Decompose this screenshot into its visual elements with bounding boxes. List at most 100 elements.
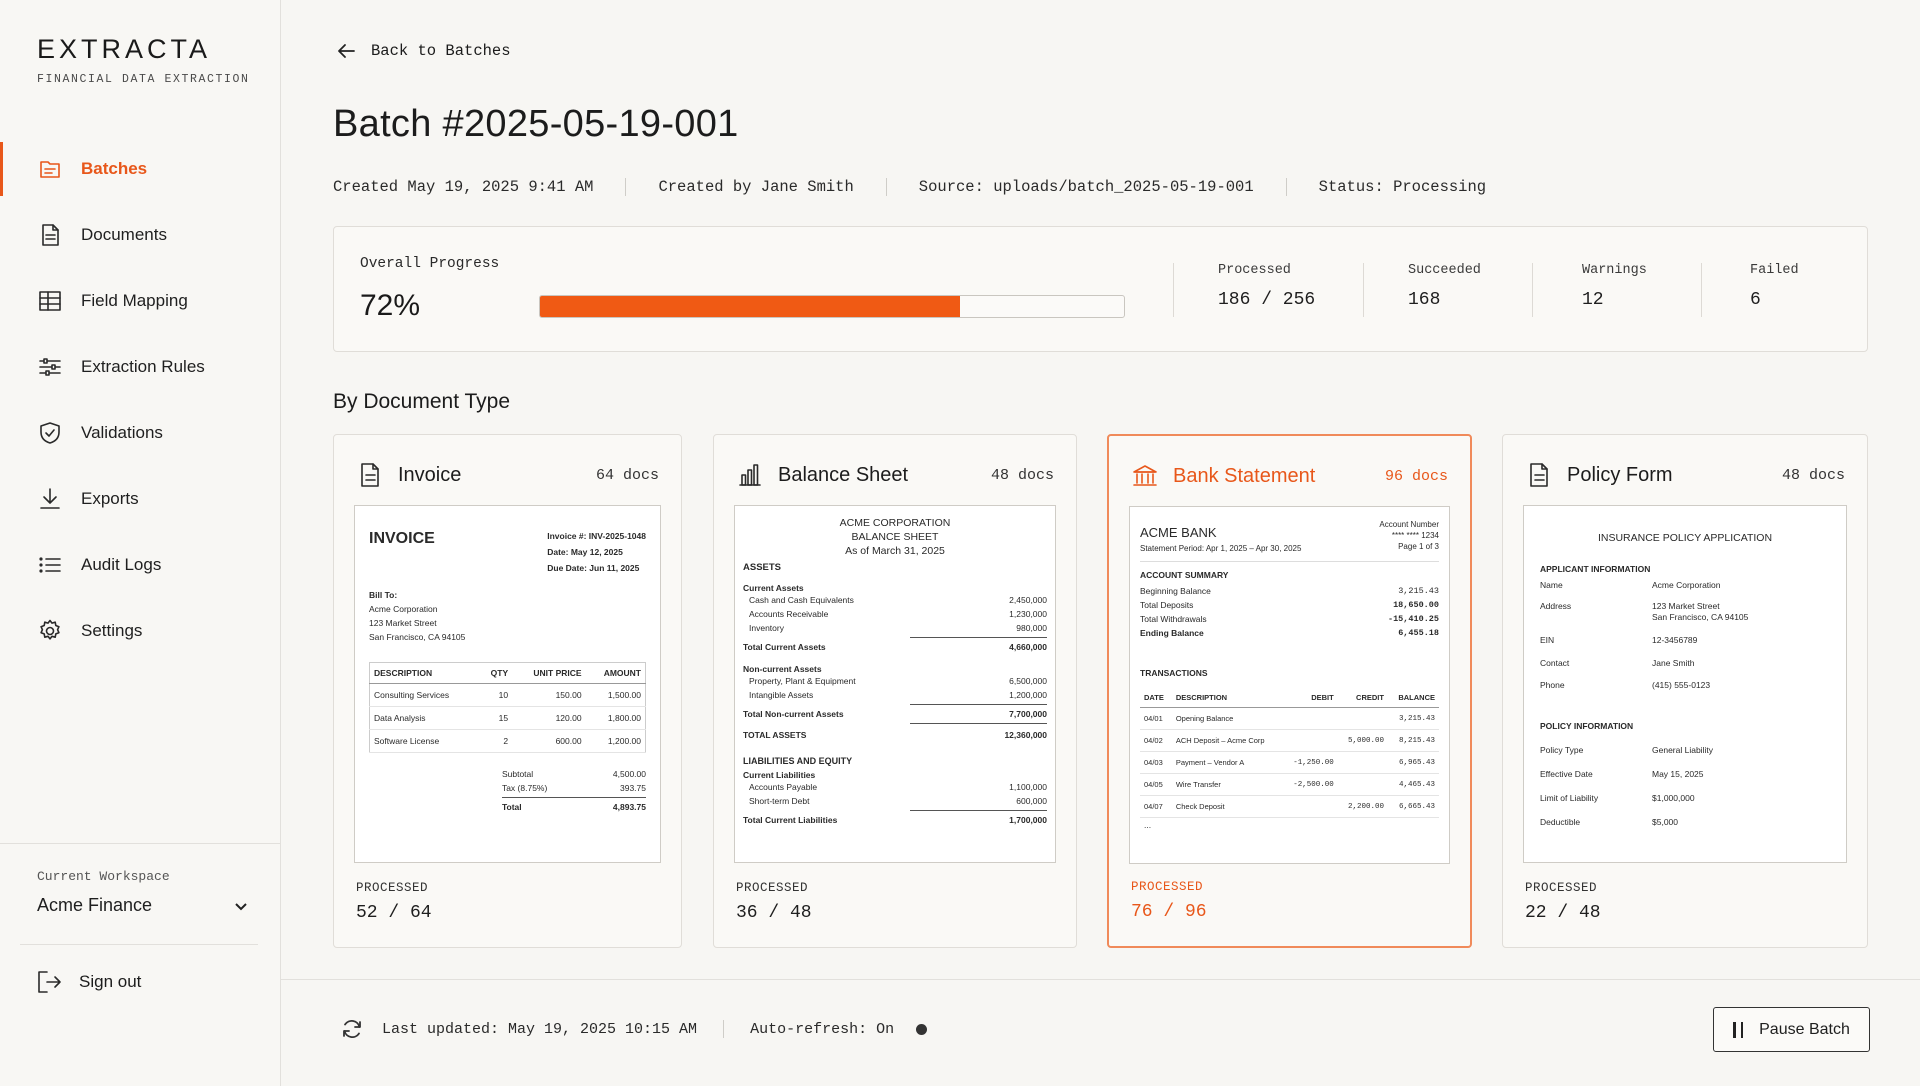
account-number: **** **** 1234 (1391, 531, 1439, 540)
statement-period: Statement Period: Apr 1, 2025 – Apr 30, … (1140, 544, 1302, 553)
sidebar-item-exports[interactable]: Exports (0, 466, 281, 532)
doc-type-card-balance-sheet[interactable]: Balance Sheet 48 docs ACME CORPORATION B… (713, 434, 1077, 948)
table-row: 04/03 Payment – Vendor A -1,250.00 6,965.43 (1140, 751, 1439, 774)
sidebar-item-settings[interactable]: Settings (0, 598, 281, 664)
column-header: BALANCE (1387, 688, 1439, 708)
bank-icon (1133, 465, 1157, 486)
sidebar-item-field-mapping[interactable]: Field Mapping (0, 268, 281, 334)
sign-out-button[interactable]: Sign out (35, 968, 141, 996)
card-title: Invoice (398, 463, 462, 486)
bill-to-line: Acme Corporation (369, 604, 438, 614)
current-liabilities-heading: Current Liabilities (743, 770, 816, 780)
table-cell: 04/07 (1140, 795, 1172, 818)
line-value: 600,000 (1016, 796, 1047, 806)
sidebar: EXTRACTA FINANCIAL DATA EXTRACTION Batch… (0, 0, 281, 1086)
progress-bar (539, 295, 1125, 318)
footer-status: Last updated: May 19, 2025 10:15 AM Auto… (340, 1017, 928, 1041)
back-to-batches-link[interactable]: Back to Batches (335, 40, 511, 62)
field-value: (415) 555-0123 (1652, 680, 1711, 690)
account-summary-heading: ACCOUNT SUMMARY (1140, 570, 1229, 580)
table-cell: Check Deposit (1171, 795, 1283, 818)
section-title: By Document Type (333, 390, 511, 413)
sidebar-item-label: Extraction Rules (81, 357, 205, 376)
balance-sheet-preview: ACME CORPORATION BALANCE SHEET As of Mar… (734, 505, 1056, 863)
table-cell (1337, 773, 1388, 796)
line-label: Total Deposits (1140, 600, 1194, 610)
line-label: Intangible Assets (749, 690, 814, 700)
meta-separator (885, 178, 887, 196)
line-label: Short-term Debt (749, 796, 810, 806)
table-cell: 04/02 (1140, 729, 1172, 752)
table-cell: 1,200.00 (585, 729, 646, 753)
field-value: Acme Corporation (1652, 580, 1721, 590)
preview-heading: BALANCE SHEET (851, 531, 939, 543)
auto-refresh-toggle[interactable] (916, 1023, 928, 1035)
sidebar-item-extraction-rules[interactable]: Extraction Rules (0, 334, 281, 400)
workspace-divider (20, 944, 258, 945)
document-icon (37, 222, 63, 248)
total-value: 4,893.75 (612, 802, 646, 812)
field-value: Jane Smith (1652, 658, 1695, 668)
field-value: May 15, 2025 (1652, 769, 1704, 779)
chevron-down-icon[interactable] (233, 898, 249, 914)
table-row: Software License 2 600.00 1,200.00 (369, 729, 646, 753)
preview-bank-name: ACME BANK (1140, 525, 1217, 540)
total-label: Total Non-current Assets (743, 709, 844, 719)
total-label: Total Current Assets (743, 642, 826, 652)
processed-value: 22 / 48 (1525, 903, 1601, 923)
transactions-table: DATE DESCRIPTION DEBIT CREDIT BALANCE 04… (1140, 688, 1439, 818)
workspace-label: Current Workspace (37, 869, 170, 884)
table-cell: 1,500.00 (585, 683, 646, 707)
total-value: 4,660,000 (1009, 642, 1047, 652)
table-row: 04/07 Check Deposit 2,200.00 6,665.43 (1140, 795, 1439, 818)
sidebar-item-documents[interactable]: Documents (0, 202, 281, 268)
stat-value: 6 (1750, 290, 1761, 310)
refresh-icon[interactable] (340, 1017, 364, 1041)
sidebar-item-batches[interactable]: Batches (0, 136, 281, 202)
field-label: Effective Date (1540, 769, 1593, 779)
stat-label: Processed (1218, 263, 1291, 278)
progress-percent: 72% (360, 289, 421, 322)
table-cell (1282, 707, 1338, 730)
table-cell: Software License (369, 729, 479, 753)
doc-type-card-policy-form[interactable]: Policy Form 48 docs INSURANCE POLICY APP… (1502, 434, 1868, 948)
pause-batch-label: Pause Batch (1759, 1020, 1850, 1038)
arrow-left-icon (338, 44, 355, 58)
transactions-heading: TRANSACTIONS (1140, 668, 1208, 678)
field-label: Policy Type (1540, 745, 1584, 755)
table-cell: Payment – Vendor A (1171, 751, 1283, 774)
field-label: Limit of Liability (1540, 793, 1599, 803)
line-label: Inventory (749, 623, 784, 633)
table-cell: 1,800.00 (585, 706, 646, 730)
doc-type-card-bank-statement[interactable]: Bank Statement 96 docs ACME BANK Stateme… (1107, 434, 1472, 948)
bill-to-line: San Francisco, CA 94105 (369, 632, 466, 642)
table-cell: 4,465.43 (1387, 773, 1439, 796)
table-cell: -1,250.00 (1282, 751, 1338, 774)
sidebar-item-validations[interactable]: Validations (0, 400, 281, 466)
doc-type-card-invoice[interactable]: Invoice 64 docs INVOICE Invoice #: INV-2… (333, 434, 682, 948)
field-value: 123 Market Street (1652, 601, 1720, 611)
table-cell: 600.00 (512, 729, 586, 753)
sidebar-item-audit-logs[interactable]: Audit Logs (0, 532, 281, 598)
line-value: 2,450,000 (1009, 595, 1047, 605)
pause-icon (1733, 1021, 1744, 1038)
table-row: 04/05 Wire Transfer -2,500.00 4,465.43 (1140, 773, 1439, 796)
column-header: QTY (478, 662, 513, 684)
line-value: 6,500,000 (1009, 676, 1047, 686)
table-cell: Data Analysis (369, 706, 479, 730)
sidebar-item-label: Batches (81, 159, 148, 178)
bar-chart-icon (739, 464, 761, 486)
table-cell: -2,500.00 (1282, 773, 1338, 796)
total-value: 1,700,000 (1009, 815, 1047, 825)
workspace-selector[interactable]: Current Workspace Acme Finance (37, 869, 249, 916)
meta-source: Source: uploads/batch_2025-05-19-001 (918, 178, 1254, 196)
pause-batch-button[interactable]: Pause Batch (1713, 1007, 1870, 1052)
meta-separator (1285, 178, 1287, 196)
invoice-date: Date: May 12, 2025 (547, 547, 623, 557)
bill-to-line: 123 Market Street (369, 618, 437, 628)
sidebar-item-label: Documents (81, 225, 167, 244)
field-label: Name (1540, 580, 1563, 590)
sidebar-item-label: Validations (81, 423, 163, 442)
brand-name: EXTRACTA (37, 34, 212, 64)
account-number-label: Account Number (1379, 520, 1439, 529)
